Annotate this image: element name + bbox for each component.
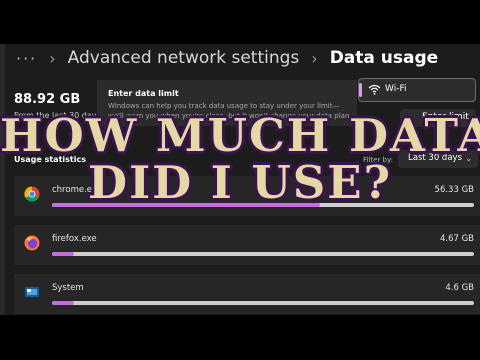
selected-accent: [359, 83, 362, 97]
usage-bar-fill: [52, 301, 74, 305]
app-name: System: [52, 283, 84, 293]
breadcrumb: ··· › Advanced network settings › Data u…: [16, 44, 438, 72]
total-usage: 88.92 GB: [14, 92, 81, 107]
page-title: Data usage: [329, 48, 439, 68]
chevron-right-icon: ›: [49, 48, 56, 68]
app-name: firefox.exe: [52, 234, 97, 244]
network-select-label: Wi-Fi: [385, 84, 407, 94]
more-icon[interactable]: ···: [16, 49, 37, 68]
app-row-system[interactable]: System 4.6 GB: [14, 274, 480, 314]
system-icon: [25, 287, 39, 297]
app-size: 4.6 GB: [445, 283, 474, 293]
app-row-firefox[interactable]: firefox.exe 4.67 GB: [14, 225, 480, 265]
usage-bar-fill: [52, 252, 74, 256]
chevron-right-icon: ›: [311, 48, 318, 68]
network-select[interactable]: Wi-Fi: [358, 78, 476, 102]
breadcrumb-parent[interactable]: Advanced network settings: [68, 48, 300, 68]
wifi-icon: [368, 84, 381, 95]
app-size: 4.67 GB: [439, 234, 474, 244]
overlay-headline-line2: DID I USE?: [88, 156, 392, 209]
usage-bar: [52, 301, 474, 305]
overlay-headline-line1: HOW MUCH DATA: [0, 109, 480, 162]
firefox-icon: [24, 235, 40, 251]
popup-title: Enter data limit: [108, 89, 179, 98]
usage-bar: [52, 252, 474, 256]
